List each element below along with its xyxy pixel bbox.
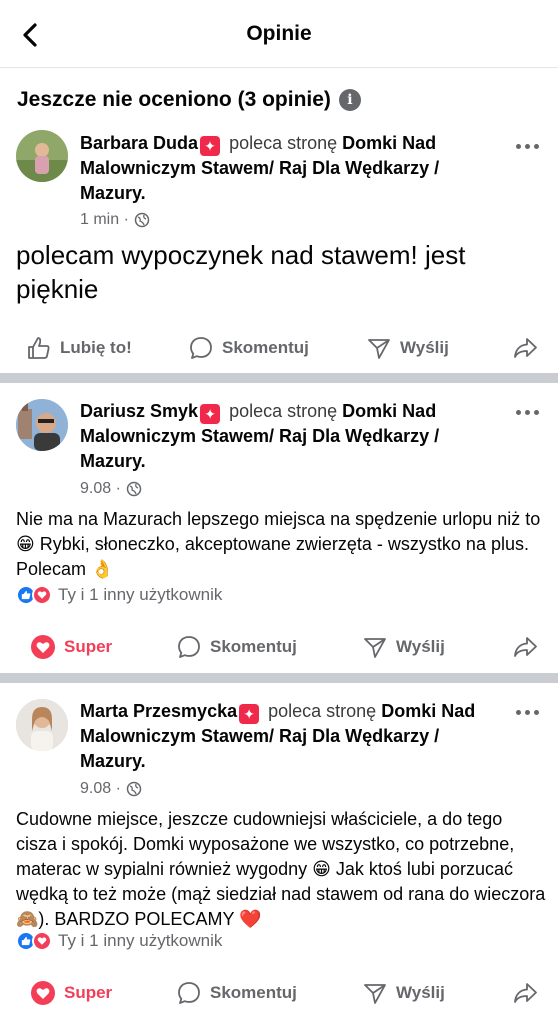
share-arrow-icon xyxy=(514,637,537,657)
info-icon[interactable]: i xyxy=(338,89,361,111)
review-post: Marta Przesmycka ✦ poleca stronę Domki Na… xyxy=(0,683,558,1024)
post-divider xyxy=(0,373,558,383)
comment-bubble-icon xyxy=(178,982,200,1004)
review-post: Dariusz Smyk ✦ poleca stronę Domki Nad Ma… xyxy=(0,383,558,673)
comment-button[interactable]: Skomentuj xyxy=(176,969,297,1017)
share-button[interactable] xyxy=(512,623,538,671)
post-time[interactable]: 9.08 · xyxy=(80,780,121,798)
author-name[interactable]: Marta Przesmycka xyxy=(80,701,237,721)
send-button[interactable]: Wyślij xyxy=(362,623,445,671)
post-header-text: Barbara Duda ✦ poleca stronę Domki Nad Ma… xyxy=(80,131,480,206)
comment-bubble-icon xyxy=(190,337,212,359)
review-text: Nie ma na Mazurach lepszego miejsca na s… xyxy=(16,509,541,579)
love-reaction-icon xyxy=(32,931,52,951)
comment-bubble-icon xyxy=(178,636,200,658)
heart-icon xyxy=(31,981,55,1005)
post-time[interactable]: 9.08 · xyxy=(80,480,121,498)
like-button[interactable]: Lubię to! xyxy=(26,324,132,372)
post-header-text: Marta Przesmycka ✦ poleca stronę Domki Na… xyxy=(80,699,480,774)
post-divider xyxy=(0,673,558,683)
thumbs-up-icon xyxy=(28,337,50,359)
share-button[interactable] xyxy=(512,969,538,1017)
heart-icon xyxy=(31,635,55,659)
globe-icon xyxy=(134,212,150,228)
comment-label: Skomentuj xyxy=(222,338,309,357)
comment-label: Skomentuj xyxy=(210,983,297,1002)
send-icon xyxy=(368,339,390,359)
reactions-summary[interactable]: Ty i 1 inny użytkownik xyxy=(16,585,222,605)
share-button[interactable] xyxy=(512,324,538,372)
section-title-text: Jeszcze nie oceniono (3 opinie) xyxy=(17,88,331,111)
section-title: Jeszcze nie oceniono (3 opinie) i xyxy=(17,88,361,112)
comment-button[interactable]: Skomentuj xyxy=(188,324,309,372)
super-button[interactable]: Super xyxy=(30,969,112,1017)
recommend-text: poleca stronę xyxy=(229,401,338,421)
love-reaction-icon xyxy=(32,585,52,605)
comment-button[interactable]: Skomentuj xyxy=(176,623,297,671)
send-icon xyxy=(364,984,386,1004)
reactions-text: Ty i 1 inny użytkownik xyxy=(58,585,223,604)
recommend-text: poleca stronę xyxy=(268,701,377,721)
send-icon xyxy=(364,638,386,658)
globe-icon xyxy=(126,781,142,797)
reactions-summary[interactable]: Ty i 1 inny użytkownik xyxy=(16,931,222,951)
send-label: Wyślij xyxy=(396,983,445,1002)
avatar[interactable] xyxy=(16,399,68,451)
review-text: polecam wypoczynek nad stawem! jest pięk… xyxy=(16,240,466,304)
send-label: Wyślij xyxy=(400,338,449,357)
review-post: Barbara Duda ✦ poleca stronę Domki Nad Ma… xyxy=(0,120,558,370)
more-dots-icon[interactable] xyxy=(512,136,542,156)
more-dots-icon[interactable] xyxy=(512,402,542,422)
comment-label: Skomentuj xyxy=(210,637,297,656)
globe-icon xyxy=(126,481,142,497)
post-header-text: Dariusz Smyk ✦ poleca stronę Domki Nad Ma… xyxy=(80,399,480,474)
post-time[interactable]: 1 min · xyxy=(80,211,129,229)
share-arrow-icon xyxy=(514,338,537,358)
post-meta: 9.08 · xyxy=(80,780,142,798)
share-arrow-icon xyxy=(514,983,537,1003)
post-meta: 1 min · xyxy=(80,211,150,229)
send-button[interactable]: Wyślij xyxy=(362,969,445,1017)
author-name[interactable]: Dariusz Smyk xyxy=(80,401,198,421)
recommend-badge-icon: ✦ xyxy=(239,704,260,724)
recommend-badge-icon: ✦ xyxy=(200,136,221,156)
review-text: Cudowne miejsce, jeszcze cudowniejsi wła… xyxy=(16,809,546,929)
reactions-text: Ty i 1 inny użytkownik xyxy=(58,931,223,950)
action-bar: Super Skomentuj Wyślij xyxy=(0,623,558,671)
send-button[interactable]: Wyślij xyxy=(366,324,449,372)
top-bar: Opinie xyxy=(0,0,558,68)
recommend-badge-icon: ✦ xyxy=(200,404,221,424)
super-button[interactable]: Super xyxy=(30,623,112,671)
action-bar: Lubię to! Skomentuj Wyślij xyxy=(0,324,558,372)
like-label: Lubię to! xyxy=(60,338,132,357)
author-name[interactable]: Barbara Duda xyxy=(80,133,198,153)
send-label: Wyślij xyxy=(396,637,445,656)
avatar[interactable] xyxy=(16,699,68,751)
more-dots-icon[interactable] xyxy=(512,702,542,722)
super-label: Super xyxy=(64,983,113,1002)
recommend-text: poleca stronę xyxy=(229,133,338,153)
avatar[interactable] xyxy=(16,130,68,182)
action-bar: Super Skomentuj Wyślij xyxy=(0,969,558,1017)
post-meta: 9.08 · xyxy=(80,480,142,498)
super-label: Super xyxy=(64,637,113,656)
page-title: Opinie xyxy=(246,22,312,45)
